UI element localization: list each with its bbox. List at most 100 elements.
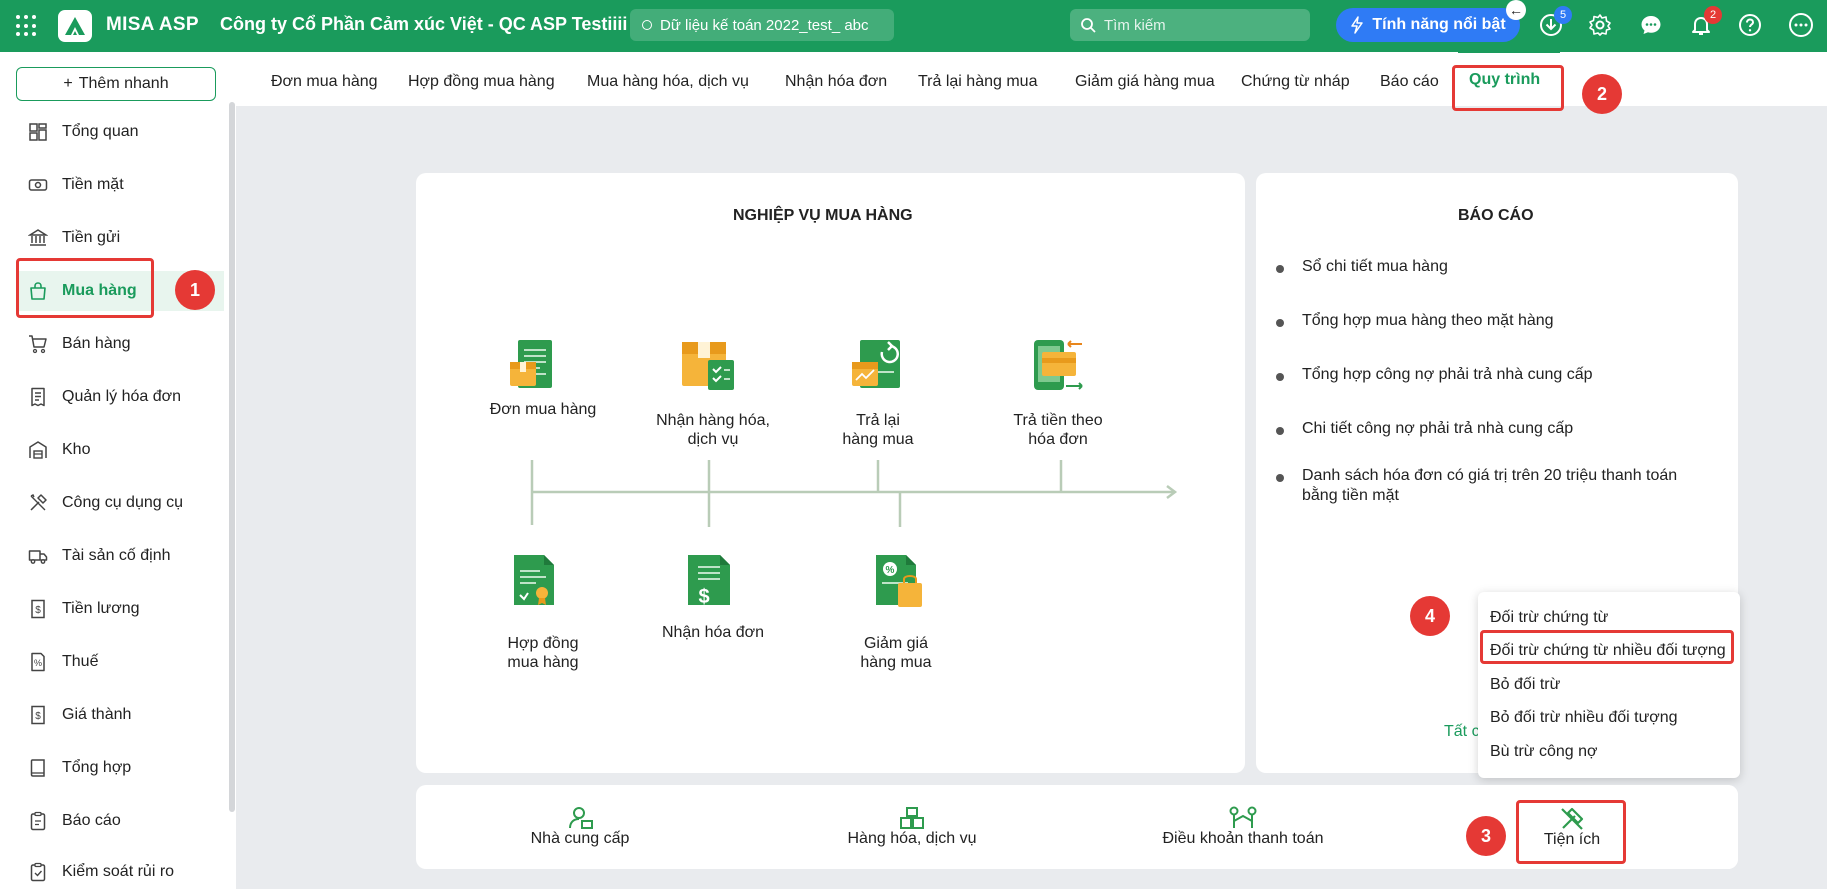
svg-text:$: $	[35, 711, 41, 722]
pay-invoice-icon	[1034, 340, 1083, 390]
highlight-box-mua-hang	[16, 258, 154, 318]
svg-text:%: %	[886, 565, 895, 576]
sidebar-item-tien-luong[interactable]: $ Tiền lương	[16, 589, 224, 629]
settings-gear-icon[interactable]	[1587, 12, 1613, 38]
sidebar-item-gia-thanh[interactable]: $ Giá thành	[16, 695, 224, 735]
tab-don-mua-hang[interactable]: Đơn mua hàng	[271, 73, 378, 91]
sidebar-item-tien-mat[interactable]: Tiền mặt	[16, 165, 224, 205]
svg-text:$: $	[35, 605, 41, 616]
purchase-order-icon	[510, 340, 552, 388]
sidebar-item-bao-cao[interactable]: Báo cáo	[16, 801, 224, 841]
receive-invoice-node[interactable]: $	[684, 553, 734, 614]
purchase-contract-label: Hợp đồng mua hàng	[507, 635, 579, 671]
more-options-icon[interactable]	[1788, 12, 1814, 38]
tab-giam-gia-hang-mua[interactable]: Giảm giá hàng mua	[1075, 73, 1215, 91]
return-goods-icon	[852, 340, 900, 388]
chat-icon[interactable]	[1638, 12, 1664, 38]
report-link-large-cash-invoices[interactable]: Danh sách hóa đơn có giá trị trên 20 tri…	[1276, 466, 1682, 506]
sidebar-item-label: Quản lý hóa đơn	[62, 388, 182, 405]
annotation-marker-3: 3	[1466, 816, 1506, 856]
sidebar-item-tong-hop[interactable]: Tổng hợp	[16, 748, 224, 788]
sidebar-scrollbar[interactable]	[229, 102, 235, 812]
sidebar-item-tong-quan[interactable]: Tổng quan	[16, 112, 224, 152]
sidebar-item-label: Kho	[62, 441, 91, 458]
purchase-discount-label: Giảm giá hàng mua	[860, 635, 932, 671]
purchase-order-node[interactable]	[508, 338, 562, 399]
purchase-discount-node[interactable]: %	[872, 553, 926, 614]
search-icon	[1081, 18, 1096, 33]
sidebar-item-label: Bán hàng	[62, 335, 131, 352]
sidebar-item-tai-san-co-dinh[interactable]: Tài sản cố định	[16, 536, 224, 576]
database-name: Dữ liệu kế toán 2022_test_ abc	[660, 16, 869, 34]
sidebar-item-thue[interactable]: % Thuế	[16, 642, 224, 682]
search-placeholder: Tìm kiếm	[1104, 16, 1166, 34]
svg-text:%: %	[34, 658, 42, 668]
payment-terms-shortcut[interactable]: Điều khoản thanh toán	[1148, 830, 1338, 848]
report-link-payable-summary[interactable]: Tổng hợp công nợ phải trả nhà cung cấp	[1276, 365, 1682, 385]
report-link-purchase-summary-by-item[interactable]: Tổng hợp mua hàng theo mặt hàng	[1276, 311, 1682, 331]
report-icon	[30, 811, 46, 831]
payment-terms-icon	[1229, 806, 1257, 828]
tab-mua-hang-hoa-dich-vu[interactable]: Mua hàng hóa, dịch vụ	[587, 73, 749, 91]
return-goods-node[interactable]	[850, 338, 906, 399]
annotation-marker-1: 1	[175, 270, 215, 310]
quick-add-button[interactable]: + Thêm nhanh	[16, 67, 216, 101]
warehouse-icon	[29, 441, 47, 459]
quick-add-label: Thêm nhanh	[78, 75, 169, 92]
notification-bell-icon[interactable]: 2	[1688, 6, 1722, 38]
sidebar-item-label: Thuế	[62, 653, 99, 670]
report-link-purchase-detail-ledger[interactable]: Sổ chi tiết mua hàng	[1276, 257, 1682, 277]
sidebar-item-ban-hang[interactable]: Bán hàng	[16, 324, 224, 364]
sidebar-item-kho[interactable]: Kho	[16, 430, 224, 470]
app-grid-icon[interactable]	[16, 15, 38, 37]
back-arrow-icon[interactable]: ←	[1506, 0, 1526, 20]
sidebar-item-label: Tiền mặt	[62, 176, 124, 193]
all-reports-link[interactable]: Tất c	[1444, 723, 1480, 741]
sidebar-item-cong-cu-dung-cu[interactable]: Công cụ dụng cụ	[16, 483, 224, 523]
help-icon[interactable]	[1737, 12, 1763, 38]
svg-text:$: $	[698, 586, 709, 608]
download-icon[interactable]: 5	[1538, 6, 1572, 38]
tools-icon	[30, 494, 47, 511]
annotation-marker-2: 2	[1582, 74, 1622, 114]
search-input[interactable]: Tìm kiếm	[1070, 9, 1310, 41]
sidebar-item-kiem-soat-rui-ro[interactable]: Kiểm soát rủi ro	[16, 852, 224, 889]
goods-services-icon	[900, 807, 924, 829]
receive-goods-node[interactable]	[680, 336, 738, 399]
menu-item-doi-tru-chung-tu[interactable]: Đối trừ chứng từ	[1490, 609, 1608, 627]
sidebar-item-quan-ly-hoa-don[interactable]: Quản lý hóa đơn	[16, 377, 224, 417]
cash-icon	[28, 179, 48, 191]
invoice-icon	[31, 387, 45, 407]
tab-nhan-hoa-don[interactable]: Nhận hóa đơn	[785, 73, 887, 91]
pay-invoice-node[interactable]	[1030, 338, 1088, 399]
tab-bao-cao[interactable]: Báo cáo	[1380, 73, 1439, 91]
menu-item-bo-doi-tru-nhieu-doi-tuong[interactable]: Bỏ đối trừ nhiều đối tượng	[1490, 709, 1678, 727]
goods-services-shortcut[interactable]: Hàng hóa, dịch vụ	[832, 830, 992, 848]
report-link-payable-detail[interactable]: Chi tiết công nợ phải trả nhà cung cấp	[1276, 419, 1682, 439]
menu-item-bu-tru-cong-no[interactable]: Bù trừ công nợ	[1490, 743, 1597, 761]
highlight-box-quy-trinh	[1452, 65, 1564, 111]
sidebar-item-label: Công cụ dụng cụ	[62, 494, 183, 511]
tab-chung-tu-nhap[interactable]: Chứng từ nháp	[1241, 73, 1350, 91]
process-card-title: NGHIỆP VỤ MUA HÀNG	[733, 207, 913, 224]
database-selector[interactable]: Dữ liệu kế toán 2022_test_ abc	[630, 9, 894, 41]
tab-hop-dong-mua-hang[interactable]: Hợp đồng mua hàng	[408, 73, 555, 91]
sidebar-item-tien-gui[interactable]: Tiền gửi	[16, 218, 224, 258]
bank-icon	[28, 229, 48, 246]
tax-icon: %	[31, 652, 45, 672]
receive-goods-label: Nhận hàng hóa, dịch vụ	[656, 412, 770, 448]
sidebar-item-label: Tài sản cố định	[62, 547, 171, 564]
dashboard-icon	[29, 123, 47, 141]
sidebar-item-label: Báo cáo	[62, 812, 121, 829]
supplier-icon	[569, 807, 593, 829]
purchase-order-label: Đơn mua hàng	[489, 401, 597, 418]
return-goods-label: Trả lại hàng mua	[842, 412, 914, 448]
tab-tra-lai-hang-mua[interactable]: Trả lại hàng mua	[918, 73, 1037, 91]
company-name[interactable]: Công ty Cổ Phần Cảm xúc Việt - QC ASP Te…	[220, 14, 627, 35]
highlight-box-doi-tru-nhieu-doi-tuong	[1480, 630, 1734, 664]
menu-item-bo-doi-tru[interactable]: Bỏ đối trừ	[1490, 676, 1560, 694]
pay-invoice-label: Trả tiền theo hóa đơn	[1013, 412, 1103, 448]
supplier-shortcut[interactable]: Nhà cung cấp	[520, 830, 640, 848]
purchase-contract-node[interactable]	[510, 553, 558, 614]
feature-highlight-button[interactable]: Tính năng nổi bật	[1336, 8, 1520, 42]
